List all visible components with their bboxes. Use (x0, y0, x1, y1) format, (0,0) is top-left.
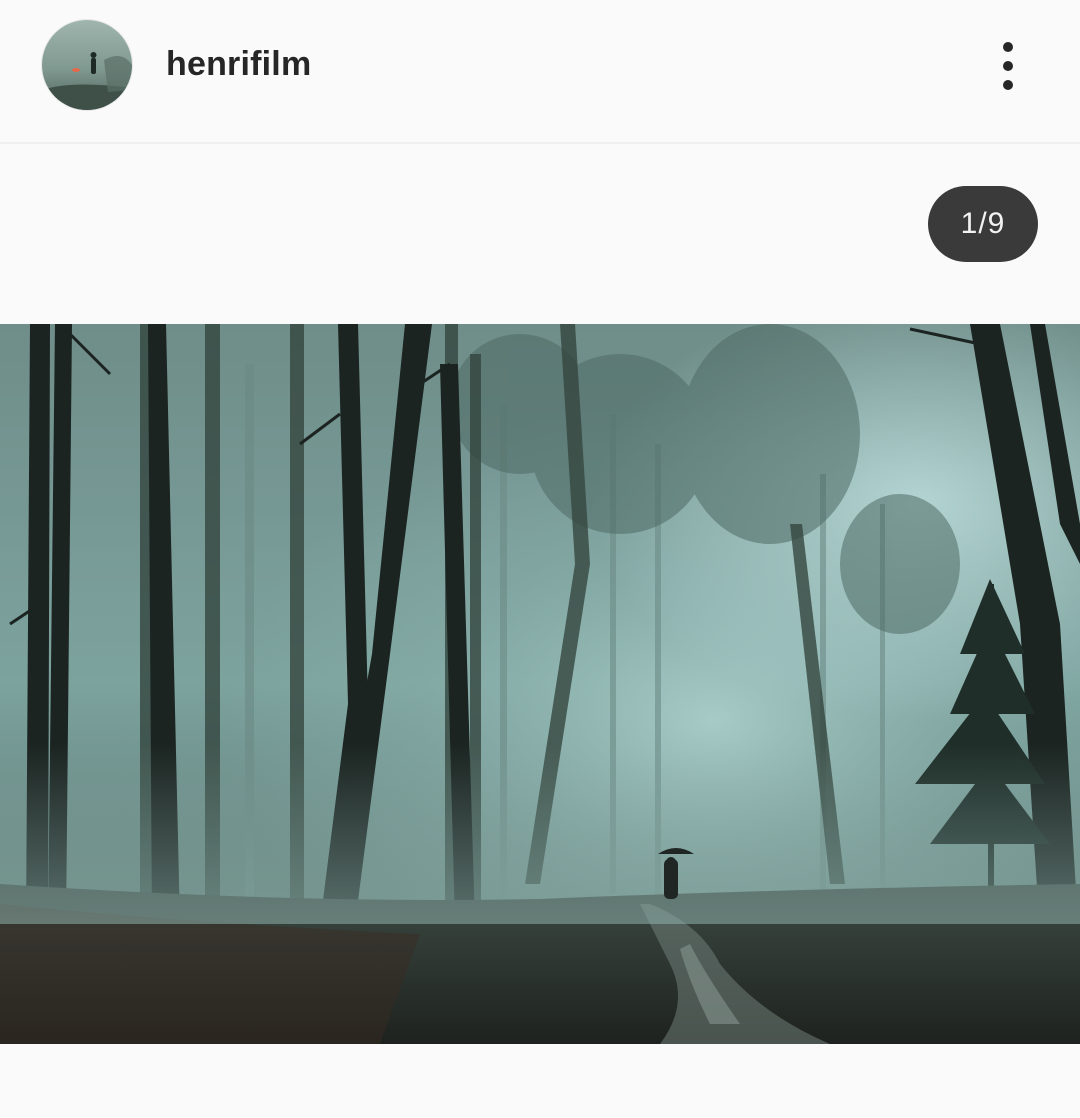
profile-avatar-icon[interactable] (42, 20, 132, 110)
post-header: henrifilm (0, 0, 1080, 144)
post-photo[interactable] (0, 324, 1080, 1044)
more-vertical-icon[interactable] (982, 36, 1034, 96)
username-link[interactable]: henrifilm (166, 42, 311, 86)
carousel-counter-badge: 1/9 (928, 186, 1038, 262)
post-footer-strip (0, 1044, 1080, 1118)
